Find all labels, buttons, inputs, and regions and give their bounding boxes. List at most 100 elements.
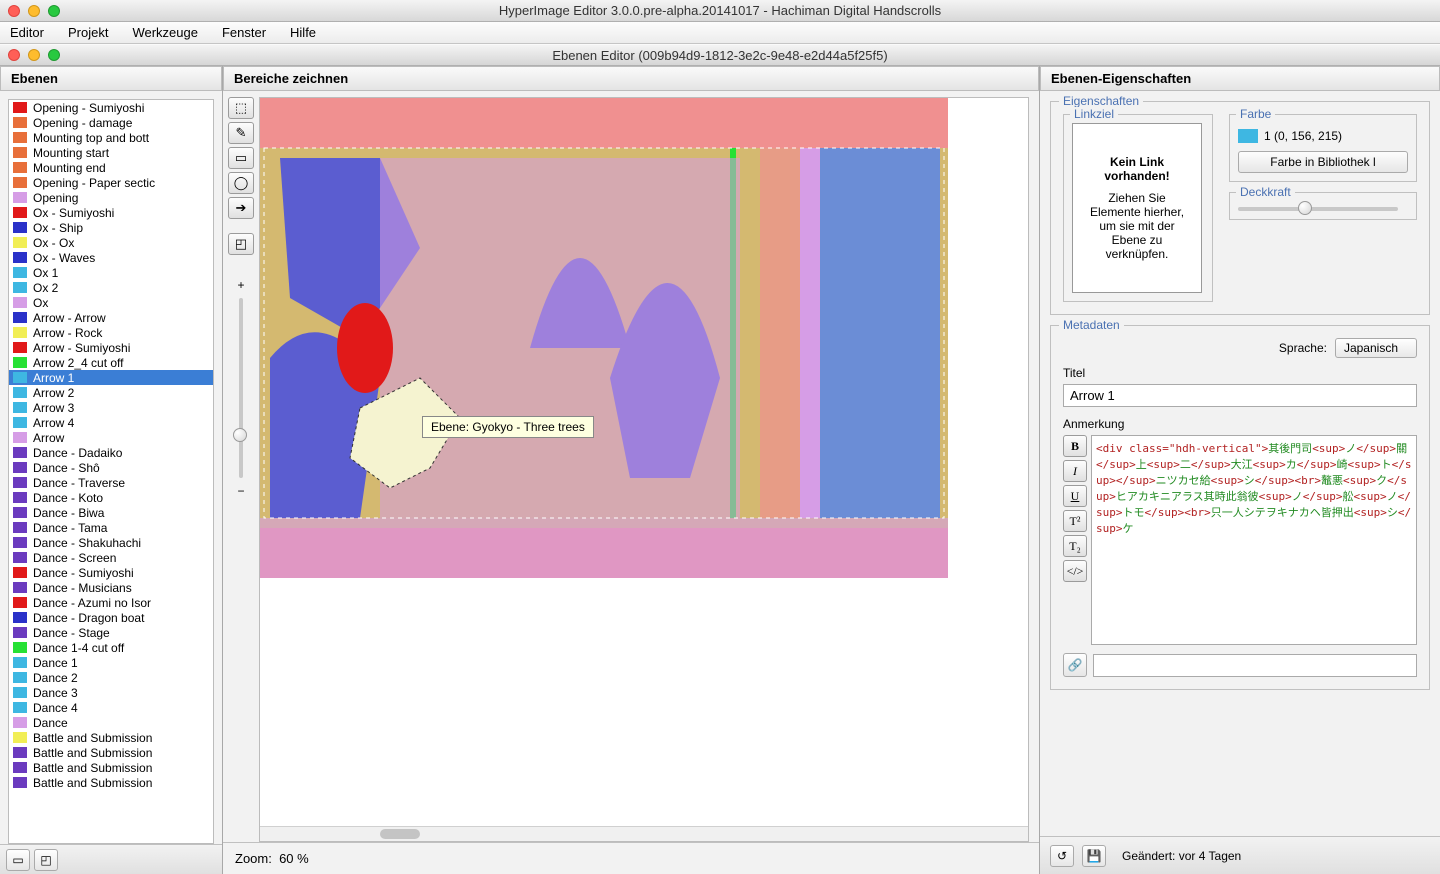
layer-item[interactable]: Ox - Sumiyoshi xyxy=(9,205,213,220)
layers-list[interactable]: Opening - SumiyoshiOpening - damageMount… xyxy=(8,99,214,844)
menu-projekt[interactable]: Projekt xyxy=(68,25,108,40)
tool-ellipse[interactable]: ◯ xyxy=(228,172,254,194)
layer-item[interactable]: Opening - damage xyxy=(9,115,213,130)
opacity-thumb[interactable] xyxy=(1298,201,1312,215)
layer-swatch xyxy=(13,192,27,203)
layer-item[interactable]: Arrow - Arrow xyxy=(9,310,213,325)
canvas[interactable]: Ebene: Gyokyo - Three trees xyxy=(259,97,1029,842)
layer-item[interactable]: Ox - Waves xyxy=(9,250,213,265)
layer-item[interactable]: Arrow - Rock xyxy=(9,325,213,340)
layer-label: Mounting end xyxy=(33,161,106,175)
tool-polygon[interactable]: ✎ xyxy=(228,122,254,144)
layer-swatch xyxy=(13,702,27,713)
fmt-underline-button[interactable]: U xyxy=(1063,485,1087,507)
layer-item[interactable]: Ox xyxy=(9,295,213,310)
fmt-italic-button[interactable]: I xyxy=(1063,460,1087,482)
layer-item[interactable]: Arrow 1 xyxy=(9,370,213,385)
layer-item[interactable]: Dance 3 xyxy=(9,685,213,700)
layer-label: Dance - Shakuhachi xyxy=(33,536,141,550)
layer-item[interactable]: Dance - Screen xyxy=(9,550,213,565)
layer-item[interactable]: Mounting start xyxy=(9,145,213,160)
layer-item[interactable]: Dance - Musicians xyxy=(9,580,213,595)
layer-item[interactable]: Dance 4 xyxy=(9,700,213,715)
layer-item[interactable]: Dance - Dragon boat xyxy=(9,610,213,625)
layer-item[interactable]: Dance - Shakuhachi xyxy=(9,535,213,550)
link-icon[interactable]: 🔗 xyxy=(1063,653,1087,677)
layer-item[interactable]: Dance - Sumiyoshi xyxy=(9,565,213,580)
farbe-legend: Farbe xyxy=(1236,107,1275,121)
canvas-hscroll[interactable] xyxy=(260,826,1028,841)
layer-item[interactable]: Dance 1 xyxy=(9,655,213,670)
layer-item[interactable]: Dance 1-4 cut off xyxy=(9,640,213,655)
language-select[interactable]: Japanisch xyxy=(1335,338,1417,358)
annotation-textarea[interactable]: <div class="hdh-vertical">其後門司<sup>ノ</su… xyxy=(1091,435,1417,645)
tool-crop[interactable]: ◰ xyxy=(228,233,254,255)
layer-item[interactable]: Battle and Submission xyxy=(9,745,213,760)
tool-pointer[interactable]: ⬚ xyxy=(228,97,254,119)
title-label: Titel xyxy=(1063,366,1417,380)
layer-item[interactable]: Arrow 2 xyxy=(9,385,213,400)
fmt-bold-button[interactable]: B xyxy=(1063,435,1087,457)
layer-item[interactable]: Mounting end xyxy=(9,160,213,175)
layer-swatch xyxy=(13,282,27,293)
layer-item[interactable]: Dance - Tama xyxy=(9,520,213,535)
tool-rect[interactable]: ▭ xyxy=(228,147,254,169)
color-label: 1 (0, 156, 215) xyxy=(1264,129,1342,143)
layer-item[interactable]: Opening - Sumiyoshi xyxy=(9,100,213,115)
layer-item[interactable]: Ox 1 xyxy=(9,265,213,280)
fmt-sub-button[interactable]: T₂ xyxy=(1063,535,1087,557)
opacity-slider[interactable] xyxy=(1238,207,1398,211)
layer-item[interactable]: Dance - Biwa xyxy=(9,505,213,520)
zoom-minus[interactable]: − xyxy=(237,484,244,498)
layer-item[interactable]: Dance - Koto xyxy=(9,490,213,505)
layer-item[interactable]: Dance 2 xyxy=(9,670,213,685)
tool-arrow[interactable]: ➔ xyxy=(228,197,254,219)
color-swatch[interactable] xyxy=(1238,129,1258,143)
layer-item[interactable]: Dance xyxy=(9,715,213,730)
layer-swatch xyxy=(13,537,27,548)
color-to-library-button[interactable]: Farbe in Bibliothek l xyxy=(1238,151,1408,173)
menu-editor[interactable]: Editor xyxy=(10,25,44,40)
add-layer-button[interactable]: ▭ xyxy=(6,849,30,871)
title-input[interactable] xyxy=(1063,384,1417,407)
layer-item[interactable]: Dance - Traverse xyxy=(9,475,213,490)
layer-item[interactable]: Dance - Stage xyxy=(9,625,213,640)
layer-swatch xyxy=(13,732,27,743)
layer-item[interactable]: Arrow 3 xyxy=(9,400,213,415)
zoom-thumb[interactable] xyxy=(233,428,247,442)
layer-item[interactable]: Dance - Dadaiko xyxy=(9,445,213,460)
menu-werkzeuge[interactable]: Werkzeuge xyxy=(132,25,198,40)
layer-item[interactable]: Mounting top and bott xyxy=(9,130,213,145)
layer-item[interactable]: Battle and Submission xyxy=(9,775,213,790)
menu-hilfe[interactable]: Hilfe xyxy=(290,25,316,40)
layer-item[interactable]: Ox 2 xyxy=(9,280,213,295)
layer-item[interactable]: Arrow xyxy=(9,430,213,445)
layer-item[interactable]: Dance - Shô xyxy=(9,460,213,475)
layer-item[interactable]: Dance - Azumi no Isor xyxy=(9,595,213,610)
layer-item[interactable]: Arrow 2_4 cut off xyxy=(9,355,213,370)
link-target-dropzone[interactable]: Kein Link vorhanden! Ziehen Sie Elemente… xyxy=(1072,123,1202,293)
fmt-sup-button[interactable]: T² xyxy=(1063,510,1087,532)
save-button[interactable]: 💾 xyxy=(1082,845,1106,867)
layer-label: Dance - Biwa xyxy=(33,506,104,520)
layer-item[interactable]: Arrow - Sumiyoshi xyxy=(9,340,213,355)
layer-item[interactable]: Battle and Submission xyxy=(9,760,213,775)
layer-options-button[interactable]: ◰ xyxy=(34,849,58,871)
layer-item[interactable]: Battle and Submission xyxy=(9,730,213,745)
fmt-code-button[interactable]: </> xyxy=(1063,560,1087,582)
sidebar-left: Ebenen Opening - SumiyoshiOpening - dama… xyxy=(0,66,223,874)
layer-label: Dance - Traverse xyxy=(33,476,125,490)
layer-item[interactable]: Arrow 4 xyxy=(9,415,213,430)
layer-item[interactable]: Opening xyxy=(9,190,213,205)
layer-item[interactable]: Ox - Ship xyxy=(9,220,213,235)
menu-fenster[interactable]: Fenster xyxy=(222,25,266,40)
zoom-slider[interactable] xyxy=(239,298,243,478)
panel-right-header: Ebenen-Eigenschaften xyxy=(1040,66,1440,91)
zoom-plus[interactable]: + xyxy=(237,278,244,292)
layer-item[interactable]: Ox - Ox xyxy=(9,235,213,250)
undo-button[interactable]: ↺ xyxy=(1050,845,1074,867)
layer-swatch xyxy=(13,312,27,323)
layer-item[interactable]: Opening - Paper sectic xyxy=(9,175,213,190)
link-input[interactable] xyxy=(1093,654,1417,677)
layer-label: Dance - Screen xyxy=(33,551,116,565)
